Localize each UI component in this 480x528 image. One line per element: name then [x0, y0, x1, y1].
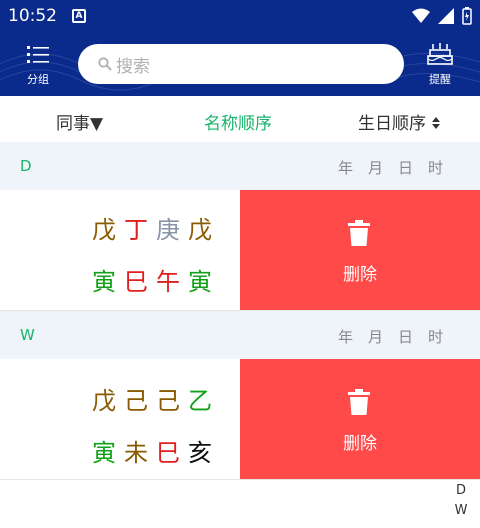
alphabet-index[interactable]: D W — [452, 481, 470, 521]
sort-by-birthday-tab[interactable]: 生日顺序 — [358, 109, 441, 134]
earthly-branches: 寅 未 巳 亥 — [90, 433, 214, 468]
column-year: 年 — [338, 328, 354, 346]
wifi-icon — [412, 8, 430, 23]
status-bar: 10:52 A — [0, 0, 480, 34]
sort-group-dropdown[interactable]: 同事▼ — [56, 109, 103, 134]
list-menu-icon — [27, 46, 49, 63]
stem-month: 己 — [124, 387, 148, 415]
group-button[interactable]: 分组 — [18, 44, 58, 88]
stem-month: 丁 — [124, 216, 148, 244]
birthday-cake-icon — [427, 43, 453, 65]
group-button-label: 分组 — [27, 73, 49, 86]
app-header: 分组 搜索 提醒 — [0, 34, 480, 96]
branch-year: 寅 — [92, 439, 116, 467]
notification-icon: A — [72, 9, 86, 23]
search-placeholder: 搜索 — [116, 56, 150, 77]
column-headers: 年 月 日 时 — [338, 157, 443, 178]
stem-hour: 乙 — [188, 387, 212, 415]
branch-month: 未 — [124, 439, 148, 467]
column-hour: 时 — [428, 159, 444, 177]
branch-hour: 亥 — [188, 439, 212, 467]
delete-label: 删除 — [343, 434, 377, 454]
list-item[interactable]: 戊 己 己 乙 寅 未 巳 亥 删除 — [0, 359, 480, 481]
search-icon — [98, 57, 112, 71]
remind-button[interactable]: 提醒 — [420, 42, 460, 88]
sort-bar: 同事▼ 名称顺序 生日顺序 — [0, 96, 480, 142]
battery-icon — [462, 7, 472, 25]
trash-icon — [348, 220, 370, 246]
column-day: 日 — [398, 159, 414, 177]
index-letter-w[interactable]: W — [452, 501, 470, 521]
section-letter: D — [20, 157, 32, 175]
stem-year: 戊 — [92, 216, 116, 244]
section-header-w: W 年 月 日 时 — [0, 311, 480, 359]
sort-by-name-tab[interactable]: 名称顺序 — [204, 109, 272, 134]
column-hour: 时 — [428, 328, 444, 346]
stem-year: 戊 — [92, 387, 116, 415]
heavenly-stems: 戊 丁 庚 戊 — [90, 210, 214, 245]
trash-icon — [348, 389, 370, 415]
list-item[interactable]: 戊 丁 庚 戊 寅 巳 午 寅 删除 — [0, 190, 480, 312]
branch-day: 巳 — [156, 439, 180, 467]
stem-day: 己 — [156, 387, 180, 415]
heavenly-stems: 戊 己 己 乙 — [90, 381, 214, 416]
section-letter: W — [20, 326, 35, 344]
column-day: 日 — [398, 328, 414, 346]
branch-hour: 寅 — [188, 268, 212, 296]
system-icons — [412, 7, 472, 25]
stem-day: 庚 — [156, 216, 180, 244]
status-time: 10:52 — [8, 6, 57, 26]
column-year: 年 — [338, 159, 354, 177]
remind-button-label: 提醒 — [429, 73, 451, 86]
delete-label: 删除 — [343, 265, 377, 285]
delete-button[interactable]: 删除 — [240, 359, 480, 479]
search-input[interactable]: 搜索 — [78, 44, 404, 84]
section-header-d: D 年 月 日 时 — [0, 142, 480, 190]
earthly-branches: 寅 巳 午 寅 — [90, 262, 214, 297]
column-headers: 年 月 日 时 — [338, 326, 443, 347]
stem-hour: 戊 — [188, 216, 212, 244]
column-month: 月 — [368, 328, 384, 346]
sort-by-birthday-label: 生日顺序 — [358, 114, 426, 134]
branch-day: 午 — [156, 268, 180, 296]
column-month: 月 — [368, 159, 384, 177]
signal-icon — [438, 8, 454, 24]
branch-year: 寅 — [92, 268, 116, 296]
sort-arrows-icon — [432, 117, 441, 129]
branch-month: 巳 — [124, 268, 148, 296]
delete-button[interactable]: 删除 — [240, 190, 480, 310]
divider — [0, 479, 480, 480]
index-letter-d[interactable]: D — [452, 481, 470, 501]
